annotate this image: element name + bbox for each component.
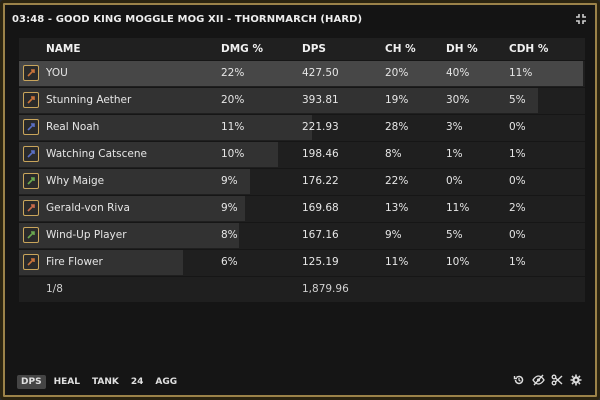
dragoon-job-icon (23, 119, 39, 135)
dh-pct: 30% (446, 94, 470, 106)
tab-heal[interactable]: HEAL (50, 375, 84, 389)
bard-job-icon (23, 92, 39, 108)
encounter-title: 03:48 - GOOD KING MOGGLE MOG XII - THORN… (12, 13, 363, 25)
tab-dps[interactable]: DPS (17, 375, 46, 389)
damage-table: NAME DMG % DPS CH % DH % CDH % YOU 22% 427… (19, 38, 585, 302)
tab-tank[interactable]: TANK (88, 375, 123, 389)
table-row[interactable]: Real Noah 11% 221.93 28% 3% 0% (19, 114, 585, 140)
dh-pct: 40% (446, 67, 470, 79)
table-row[interactable]: Watching Catscene 10% 198.46 8% 1% 1% (19, 141, 585, 167)
dps-value: 176.22 (302, 175, 339, 187)
table-row[interactable]: Fire Flower 6% 125.19 11% 10% 1% (19, 249, 585, 275)
ch-pct: 20% (385, 67, 409, 79)
ch-pct: 22% (385, 175, 409, 187)
dps-value: 198.46 (302, 148, 339, 160)
column-header-dmg-pct[interactable]: DMG % (221, 38, 263, 60)
table-header: NAME DMG % DPS CH % DH % CDH % (19, 38, 585, 60)
tab-agg[interactable]: AGG (151, 375, 181, 389)
dps-meter-window: 03:48 - GOOD KING MOGGLE MOG XII - THORN… (0, 0, 600, 400)
clear-icon[interactable] (550, 373, 564, 387)
table-row[interactable]: Gerald-von Riva 9% 169.68 13% 11% 2% (19, 195, 585, 221)
ch-pct: 13% (385, 202, 409, 214)
column-header-dps[interactable]: DPS (302, 38, 326, 60)
dmg-pct: 22% (221, 67, 245, 79)
collapse-icon[interactable] (572, 10, 590, 28)
dps-value: 427.50 (302, 67, 339, 79)
healer-job-icon (23, 227, 39, 243)
tab-24[interactable]: 24 (127, 375, 148, 389)
cdh-pct: 5% (509, 94, 526, 106)
damage-share-bar (19, 61, 583, 86)
cdh-pct: 0% (509, 175, 526, 187)
hide-icon[interactable] (531, 373, 545, 387)
player-name: Fire Flower (46, 256, 103, 268)
dps-value: 393.81 (302, 94, 339, 106)
dh-pct: 1% (446, 148, 463, 160)
column-header-name[interactable]: NAME (46, 38, 81, 60)
title-bar[interactable]: 03:48 - GOOD KING MOGGLE MOG XII - THORN… (8, 8, 592, 30)
dmg-pct: 9% (221, 175, 238, 187)
cdh-pct: 11% (509, 67, 533, 79)
dmg-pct: 20% (221, 94, 245, 106)
player-name: Stunning Aether (46, 94, 132, 106)
dmg-pct: 10% (221, 148, 245, 160)
dragoon-job-icon (23, 146, 39, 162)
dps-value: 125.19 (302, 256, 339, 268)
column-header-ch-pct[interactable]: CH % (385, 38, 416, 60)
ch-pct: 9% (385, 229, 402, 241)
dh-pct: 5% (446, 229, 463, 241)
player-name: YOU (46, 67, 68, 79)
dps-value: 167.16 (302, 229, 339, 241)
dh-pct: 0% (446, 175, 463, 187)
ch-pct: 8% (385, 148, 402, 160)
table-row[interactable]: Stunning Aether 20% 393.81 19% 30% 5% (19, 87, 585, 113)
dmg-pct: 9% (221, 202, 238, 214)
healer-job-icon (23, 173, 39, 189)
ch-pct: 19% (385, 94, 409, 106)
cdh-pct: 0% (509, 121, 526, 133)
cdh-pct: 2% (509, 202, 526, 214)
ch-pct: 11% (385, 256, 409, 268)
dmg-pct: 6% (221, 256, 238, 268)
summary-row: 1/8 1,879.96 (19, 276, 585, 302)
history-icon[interactable] (512, 373, 526, 387)
column-header-dh-pct[interactable]: DH % (446, 38, 478, 60)
settings-icon[interactable] (569, 373, 583, 387)
table-row[interactable]: YOU 22% 427.50 20% 40% 11% (19, 60, 585, 86)
player-name: Watching Catscene (46, 148, 147, 160)
dh-pct: 10% (446, 256, 470, 268)
ch-pct: 28% (385, 121, 409, 133)
dh-pct: 11% (446, 202, 470, 214)
total-dps: 1,879.96 (302, 283, 349, 295)
bottom-toolbar: DPS HEAL TANK 24 AGG (17, 373, 583, 391)
bard-job-icon (23, 65, 39, 81)
dps-value: 221.93 (302, 121, 339, 133)
dh-pct: 3% (446, 121, 463, 133)
player-name: Gerald-von Riva (46, 202, 130, 214)
dps-value: 169.68 (302, 202, 339, 214)
player-name: Wind-Up Player (46, 229, 127, 241)
cdh-pct: 1% (509, 148, 526, 160)
dmg-pct: 8% (221, 229, 238, 241)
table-row[interactable]: Wind-Up Player 8% 167.16 9% 5% 0% (19, 222, 585, 248)
table-row[interactable]: Why Maige 9% 176.22 22% 0% 0% (19, 168, 585, 194)
gladiator-job-icon (23, 254, 39, 270)
tool-icons (512, 373, 583, 387)
column-header-cdh-pct[interactable]: CDH % (509, 38, 548, 60)
cdh-pct: 0% (509, 229, 526, 241)
view-tabs: DPS HEAL TANK 24 AGG (17, 375, 185, 389)
dmg-pct: 11% (221, 121, 245, 133)
player-count: 1/8 (46, 283, 63, 295)
machinist-job-icon (23, 200, 39, 216)
player-name: Why Maige (46, 175, 105, 187)
cdh-pct: 1% (509, 256, 526, 268)
player-name: Real Noah (46, 121, 100, 133)
